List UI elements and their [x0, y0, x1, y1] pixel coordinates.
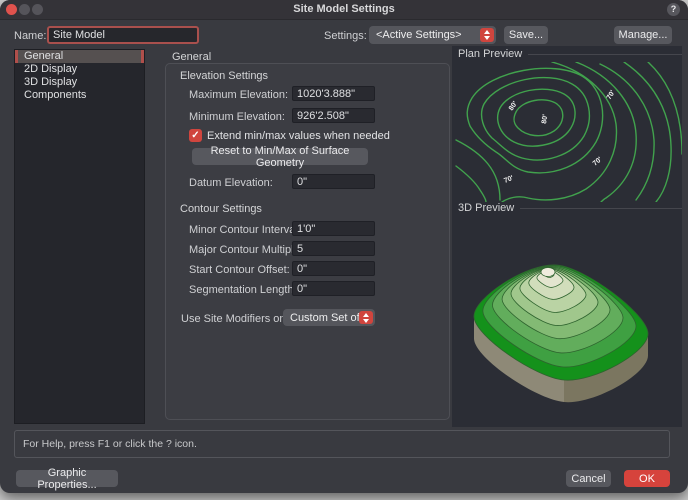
divider: [528, 54, 682, 55]
help-icon[interactable]: ?: [667, 3, 680, 16]
stepper-icon: [480, 28, 494, 42]
cancel-button[interactable]: Cancel: [566, 470, 611, 487]
major-contour-multiplier-input[interactable]: 5: [292, 241, 375, 256]
help-hint-text: For Help, press F1 or click the ? icon.: [23, 438, 197, 450]
segmentation-length-label: Segmentation Length:: [189, 284, 297, 296]
sidebar-item-components[interactable]: Components: [15, 89, 144, 102]
chevron-down-icon: [363, 319, 369, 323]
contour-label: 70': [592, 156, 604, 168]
window-title: Site Model Settings: [0, 3, 688, 15]
stepper-icon: [359, 311, 373, 324]
reset-minmax-button[interactable]: Reset to Min/Max of Surface Geometry: [192, 148, 368, 165]
maximum-elevation-input[interactable]: 1020'3.888": [292, 86, 375, 101]
3d-preview-title: 3D Preview: [458, 202, 514, 214]
extend-minmax-label: Extend min/max values when needed: [207, 130, 390, 142]
maximum-elevation-label: Maximum Elevation:: [189, 89, 288, 101]
chevron-up-icon: [363, 313, 369, 317]
name-label: Name:: [14, 30, 46, 42]
plan-preview-canvas: 80' 80' 70' 70' 70': [454, 62, 682, 202]
contour-settings-title: Contour Settings: [180, 203, 262, 215]
site-model-settings-dialog: Site Model Settings ? Name: Site Model S…: [0, 0, 688, 493]
3d-preview-canvas: [454, 215, 682, 425]
major-contour-multiplier-label: Major Contour Multiplier:: [189, 244, 309, 256]
settings-dropdown[interactable]: <Active Settings>: [369, 26, 496, 44]
manage-button[interactable]: Manage...: [614, 26, 672, 44]
datum-elevation-input[interactable]: 0": [292, 174, 375, 189]
minimum-elevation-input[interactable]: 926'2.508": [292, 108, 375, 123]
name-input[interactable]: Site Model: [47, 26, 199, 44]
minor-contour-interval-label: Minor Contour Interval:: [189, 224, 301, 236]
minor-contour-interval-input[interactable]: 1'0": [292, 221, 375, 236]
settings-category-list: General 2D Display 3D Display Components: [14, 49, 145, 424]
sidebar-item-2d-display[interactable]: 2D Display: [15, 63, 144, 76]
chevron-down-icon: [484, 36, 490, 40]
contour-label: 80': [541, 114, 549, 125]
contour-label: 70': [606, 89, 617, 101]
minimum-elevation-label: Minimum Elevation:: [189, 111, 285, 123]
settings-label: Settings:: [324, 30, 367, 42]
divider: [520, 208, 682, 209]
screen: Site Model Settings ? Name: Site Model S…: [0, 0, 688, 500]
segmentation-length-input[interactable]: 0": [292, 281, 375, 296]
group-title: General: [172, 51, 211, 63]
chevron-up-icon: [484, 30, 490, 34]
contour-label: 70': [503, 175, 515, 185]
save-button[interactable]: Save...: [504, 26, 548, 44]
use-site-modifiers-label: Use Site Modifiers on:: [181, 313, 289, 325]
sidebar-item-3d-display[interactable]: 3D Display: [15, 76, 144, 89]
ok-button[interactable]: OK: [624, 470, 670, 487]
site-modifiers-dropdown[interactable]: Custom Set of...: [283, 309, 375, 326]
settings-dropdown-value: <Active Settings>: [376, 29, 462, 41]
start-contour-offset-input[interactable]: 0": [292, 261, 375, 276]
plan-preview-title: Plan Preview: [458, 48, 522, 60]
site-modifiers-dropdown-value: Custom Set of...: [290, 312, 369, 324]
sidebar-item-general[interactable]: General: [15, 50, 144, 63]
extend-minmax-checkbox[interactable]: ✓: [189, 129, 202, 142]
datum-elevation-label: Datum Elevation:: [189, 177, 273, 189]
start-contour-offset-label: Start Contour Offset:: [189, 264, 290, 276]
title-bar: Site Model Settings ?: [0, 0, 688, 20]
elevation-settings-title: Elevation Settings: [180, 70, 268, 82]
graphic-properties-button[interactable]: Graphic Properties...: [16, 470, 118, 487]
help-hint-box: For Help, press F1 or click the ? icon.: [14, 430, 670, 458]
